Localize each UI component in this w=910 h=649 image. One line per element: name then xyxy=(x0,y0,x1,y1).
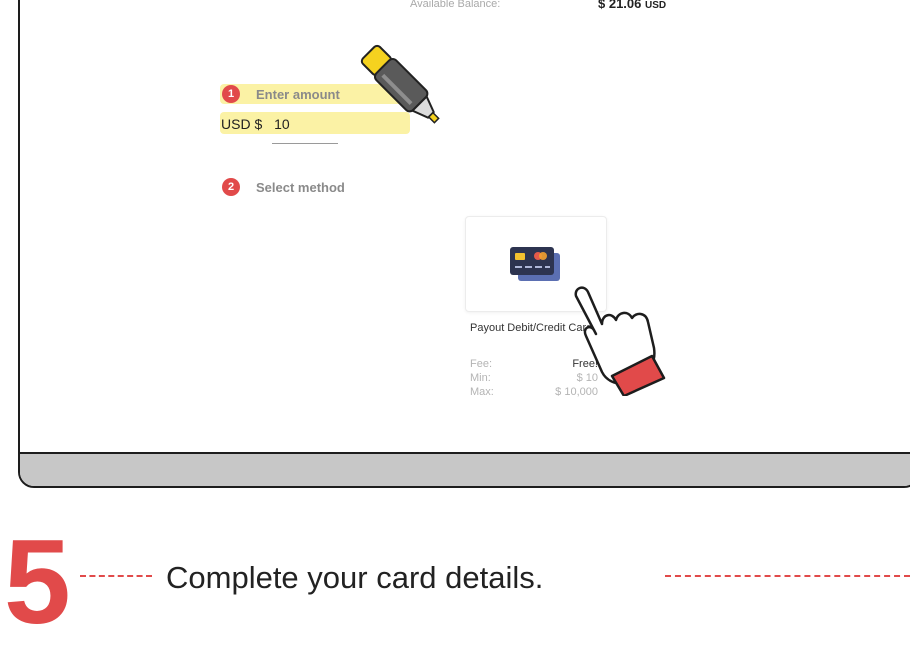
dotted-divider xyxy=(80,575,152,577)
amount-input[interactable]: 10 xyxy=(274,116,290,132)
balance-currency: USD xyxy=(645,0,667,11)
step-label: Select method xyxy=(256,180,345,195)
min-label: Min: xyxy=(470,372,491,384)
amount-input-row[interactable]: USD $ 10 xyxy=(221,116,290,132)
amount-input-underline xyxy=(272,143,338,144)
balance-value: $ 21.06 USD xyxy=(598,0,666,11)
step-label: Enter amount xyxy=(256,87,340,102)
device-chin xyxy=(20,454,910,486)
instruction-text: Complete your card details. xyxy=(166,560,544,595)
max-label: Max: xyxy=(470,386,494,398)
instruction-step-number: 5 xyxy=(4,515,71,649)
credit-card-icon xyxy=(510,247,560,281)
device-frame: Available Balance: $ 21.06 USD 1 Enter a… xyxy=(18,0,910,488)
fee-label: Fee: xyxy=(470,358,493,370)
balance-label: Available Balance: xyxy=(410,0,501,10)
dotted-divider xyxy=(665,575,910,577)
pointing-hand-icon xyxy=(574,286,666,396)
currency-prefix: USD $ xyxy=(221,116,263,132)
step-number: 2 xyxy=(222,178,240,196)
balance-amount: $ 21.06 xyxy=(598,0,642,11)
step-number: 1 xyxy=(222,85,240,103)
highlighter-pen-icon xyxy=(360,44,440,124)
